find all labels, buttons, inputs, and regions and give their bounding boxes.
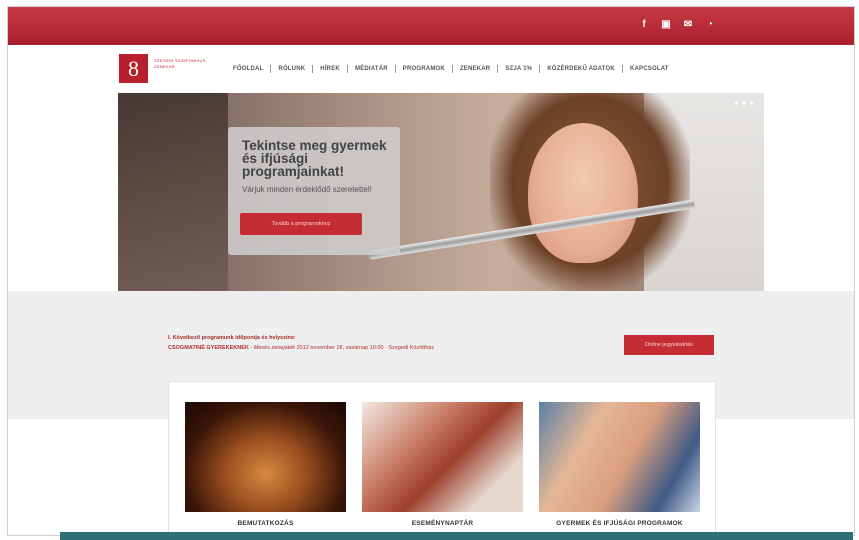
bottom-strip xyxy=(60,532,853,540)
hero-subtitle: Várjuk minden érdeklődő szeretettel! xyxy=(242,185,372,194)
nav-item-kapcsolat[interactable]: KAPCSOLAT xyxy=(621,65,676,73)
nav-item-hirek[interactable]: HÍREK xyxy=(312,65,347,73)
hero-background xyxy=(118,93,228,291)
main-nav: FŐOLDAL RÓLUNK HÍREK MÉDIATÁR PROGRAMOK … xyxy=(226,65,676,73)
hero-card: Tekintse meg gyermek és ifjúsági program… xyxy=(228,127,400,255)
nav-item-zenekar[interactable]: ZENEKAR xyxy=(451,65,497,73)
hero-title: Tekintse meg gyermek és ifjúsági program… xyxy=(242,138,387,179)
logo-text[interactable]: SZEGEDI SZIMFONIKUS ZENEKAR xyxy=(154,58,216,70)
announcement-event-time: 2012 november 18, vasárnap 10:00 · Szege… xyxy=(295,345,435,351)
online-ticket-button[interactable]: Online jegyvásárlás xyxy=(624,335,714,355)
card-label: ESEMÉNYNAPTÁR xyxy=(411,520,474,527)
top-bar: f ▣ ✉ ◔ xyxy=(8,7,854,45)
browser-frame: f ▣ ✉ ◔ 8 SZEGEDI SZIMFONIKUS ZENEKAR FŐ… xyxy=(7,6,855,536)
nav-item-programok[interactable]: PROGRAMOK xyxy=(394,65,452,73)
announcement-heading: I. Következő programunk időpontja és hel… xyxy=(168,335,296,341)
slider-dots[interactable] xyxy=(734,101,754,105)
header: 8 SZEGEDI SZIMFONIKUS ZENEKAR FŐOLDAL RÓ… xyxy=(8,45,854,93)
announcement-event-name: CSOGMATINÉ GYEREKEKNEK xyxy=(168,345,249,351)
logo-mark[interactable]: 8 xyxy=(119,54,148,83)
children-photo xyxy=(539,402,700,512)
card-label: GYERMEK ÉS IFJÚSÁGI PROGRAMOK xyxy=(556,520,683,527)
orchestra-photo xyxy=(185,402,346,512)
nav-item-fooldal[interactable]: FŐOLDAL xyxy=(226,65,270,73)
nav-item-rolunk[interactable]: RÓLUNK xyxy=(270,65,312,73)
hero-programs-button[interactable]: Tovább a programokhoz xyxy=(240,213,362,235)
feature-cards: BEMUTATKOZÁS ESEMÉNYNAPTÁR GYERMEK ÉS IF… xyxy=(168,381,716,535)
card-youth-programs[interactable]: GYERMEK ÉS IFJÚSÁGI PROGRAMOK xyxy=(539,402,700,527)
card-label: BEMUTATKOZÁS xyxy=(237,520,294,527)
cello-photo xyxy=(362,402,523,512)
card-intro[interactable]: BEMUTATKOZÁS xyxy=(185,402,346,527)
nav-item-kozerdeku-adatok[interactable]: KÖZÉRDEKŰ ADATOK xyxy=(539,65,622,73)
card-calendar[interactable]: ESEMÉNYNAPTÁR xyxy=(362,402,523,527)
nav-item-mediatar[interactable]: MÉDIATÁR xyxy=(346,65,395,73)
hero-photo-face xyxy=(528,123,638,263)
announcement-details: CSOGMATINÉ GYEREKEKNEK - Mesés zenejáték… xyxy=(168,345,434,351)
facebook-icon[interactable]: f xyxy=(638,19,650,31)
hero-slider: Tekintse meg gyermek és ifjúsági program… xyxy=(118,93,764,291)
mail-icon[interactable]: ✉ xyxy=(682,19,694,31)
social-links: f ▣ ✉ ◔ xyxy=(638,19,716,31)
announcement-event-subtitle: - Mesés zenejáték xyxy=(248,345,296,351)
youtube-icon[interactable]: ▣ xyxy=(660,19,672,31)
nav-item-szja[interactable]: SZJA 1% xyxy=(497,65,539,73)
rss-icon[interactable]: ◔ xyxy=(704,19,716,31)
